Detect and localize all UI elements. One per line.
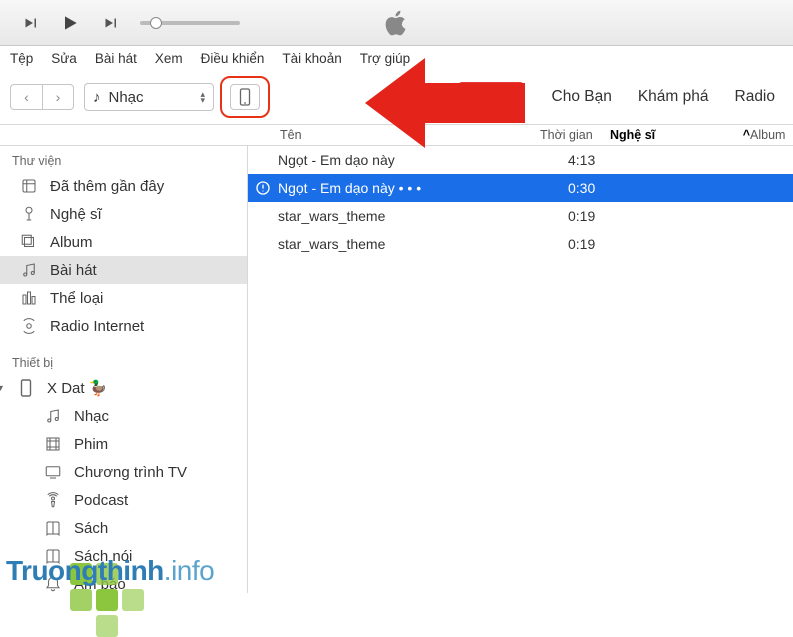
sidebar-item-genres[interactable]: Thể loại (0, 284, 247, 312)
track-name: star_wars_theme (278, 208, 568, 224)
device-highlight-box (220, 76, 270, 118)
mic-icon (18, 205, 40, 223)
sidebar-item-albums[interactable]: Album (0, 228, 247, 256)
podcast-icon (42, 491, 64, 509)
track-name: Ngọt - Em dạo này (278, 152, 568, 168)
tv-icon (42, 463, 64, 481)
media-type-dropdown[interactable]: ♪ Nhạc ▴▾ (84, 83, 214, 111)
track-row[interactable]: Ngọt - Em dạo này4:13 (248, 146, 793, 174)
menu-edit[interactable]: Sửa (51, 51, 77, 66)
sidebar-header-library: Thư viện (0, 148, 247, 172)
track-time: 0:19 (568, 208, 638, 224)
track-name: star_wars_theme (278, 236, 568, 252)
sidebar-device[interactable]: ▾ X Dat 🦆 (0, 374, 247, 402)
play-button[interactable] (52, 9, 88, 37)
tab-radio[interactable]: Radio (733, 82, 778, 112)
dropdown-label: Nhạc (109, 89, 144, 106)
col-time[interactable]: Thời gian (540, 128, 610, 142)
sidebar-label: Album (50, 234, 93, 251)
track-row[interactable]: Ngọt - Em dạo này • • •0:30 (248, 174, 793, 202)
sidebar-label: Phim (74, 436, 108, 453)
note-icon (18, 261, 40, 279)
apple-logo (383, 9, 411, 37)
sidebar-device-audiobooks[interactable]: Sách nói (0, 542, 247, 570)
album-icon (18, 233, 40, 251)
nav-forward-button[interactable]: › (42, 84, 74, 110)
menu-view[interactable]: Xem (155, 51, 183, 66)
volume-slider[interactable] (140, 21, 240, 25)
sidebar-label: Radio Internet (50, 318, 144, 335)
column-headers: Tên Thời gian Nghệ sĩ^ Album (0, 124, 793, 146)
film-icon (42, 435, 64, 453)
radio-icon (18, 317, 40, 335)
device-button[interactable] (230, 84, 260, 110)
col-name[interactable]: Tên (250, 128, 540, 142)
sidebar: Thư viện Đã thêm gần đây Nghệ sĩ Album B… (0, 146, 248, 593)
device-name: X Dat 🦆 (47, 379, 107, 397)
col-artist[interactable]: Nghệ sĩ^ (610, 128, 750, 142)
menu-account[interactable]: Tài khoản (282, 51, 341, 66)
sidebar-device-movies[interactable]: Phim (0, 430, 247, 458)
sidebar-item-artists[interactable]: Nghệ sĩ (0, 200, 247, 228)
sidebar-label: Podcast (74, 492, 128, 509)
menu-help[interactable]: Trợ giúp (360, 51, 410, 66)
phone-icon (15, 379, 37, 397)
disclosure-triangle-icon[interactable]: ▾ (0, 383, 3, 394)
tab-browse[interactable]: Khám phá (636, 82, 711, 112)
sidebar-label: Sách nói (74, 548, 132, 565)
menu-file[interactable]: Tệp (10, 51, 33, 66)
tone-icon (42, 575, 64, 593)
track-time: 0:19 (568, 236, 638, 252)
sidebar-label: Thể loại (50, 290, 103, 307)
chevron-updown-icon: ▴▾ (200, 91, 205, 103)
sidebar-device-podcast[interactable]: Podcast (0, 486, 247, 514)
sidebar-device-music[interactable]: Nhạc (0, 402, 247, 430)
audiobook-icon (42, 547, 64, 565)
sidebar-label: Đã thêm gần đây (50, 178, 164, 195)
track-time: 0:30 (568, 180, 638, 196)
sidebar-label: Sách (74, 520, 108, 537)
nav-back-button[interactable]: ‹ (10, 84, 42, 110)
sidebar-device-tones[interactable]: Âm báo (0, 570, 247, 593)
recent-icon (18, 177, 40, 195)
track-name: Ngọt - Em dạo này • • • (278, 180, 568, 196)
sidebar-header-devices: Thiết bị (0, 350, 247, 374)
sidebar-item-internet-radio[interactable]: Radio Internet (0, 312, 247, 340)
sidebar-device-books[interactable]: Sách (0, 514, 247, 542)
phone-icon (239, 88, 251, 106)
sidebar-item-songs[interactable]: Bài hát (0, 256, 247, 284)
note-icon (42, 407, 64, 425)
genre-icon (18, 289, 40, 307)
sidebar-label: Bài hát (50, 262, 97, 279)
sidebar-label: Âm báo (74, 576, 126, 593)
track-time: 4:13 (568, 152, 638, 168)
track-row[interactable]: star_wars_theme0:19 (248, 230, 793, 258)
book-icon (42, 519, 64, 537)
track-row[interactable]: star_wars_theme0:19 (248, 202, 793, 230)
alert-icon (255, 180, 271, 196)
menu-controls[interactable]: Điều khiển (201, 51, 265, 66)
menu-bar: Tệp Sửa Bài hát Xem Điều khiển Tài khoản… (0, 46, 793, 70)
section-tabs: Thư viện Cho Bạn Khám phá Radio (458, 82, 783, 112)
col-album[interactable]: Album (750, 128, 793, 142)
next-track-button[interactable] (92, 9, 128, 37)
tab-library[interactable]: Thư viện (458, 82, 523, 112)
sidebar-label: Nhạc (74, 408, 109, 425)
nav-row: ‹ › ♪ Nhạc ▴▾ Thư viện Cho Bạn Khám phá … (0, 70, 793, 124)
menu-song[interactable]: Bài hát (95, 51, 137, 66)
sidebar-label: Chương trình TV (74, 464, 187, 481)
main-content: Thư viện Đã thêm gần đây Nghệ sĩ Album B… (0, 146, 793, 593)
sidebar-label: Nghệ sĩ (50, 206, 102, 223)
sort-indicator: ^ (743, 128, 750, 142)
sidebar-device-tv[interactable]: Chương trình TV (0, 458, 247, 486)
player-toolbar (0, 0, 793, 46)
prev-track-button[interactable] (12, 9, 48, 37)
tab-foryou[interactable]: Cho Bạn (550, 82, 614, 112)
track-list: Ngọt - Em dạo này4:13Ngọt - Em dạo này •… (248, 146, 793, 593)
sidebar-item-recent[interactable]: Đã thêm gần đây (0, 172, 247, 200)
music-note-icon: ♪ (93, 89, 101, 106)
